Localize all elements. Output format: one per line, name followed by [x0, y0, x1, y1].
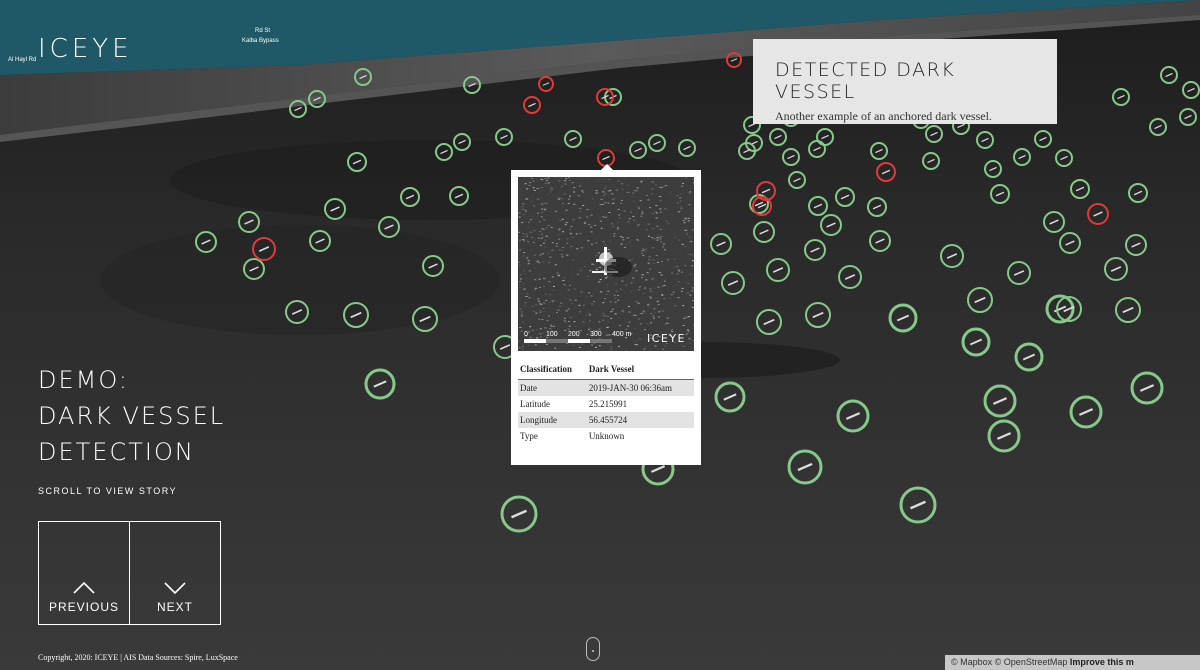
page-title-line: DARK VESSEL	[38, 402, 226, 430]
osm-link[interactable]: © OpenStreetMap	[995, 657, 1068, 667]
road-label: Kalba Bypass	[242, 38, 279, 44]
chevron-up-icon	[73, 582, 95, 594]
next-label: NEXT	[156, 600, 193, 614]
row-label: Date	[518, 379, 587, 396]
chevron-down-icon	[164, 582, 186, 594]
sar-texture	[518, 177, 694, 351]
page-title: DEMO: DARK VESSEL DETECTION	[38, 362, 225, 470]
scale-tick: 0	[524, 331, 528, 338]
iceye-logo[interactable]: ICEYE	[38, 34, 133, 64]
story-card: DETECTED DARK VESSEL Another example of …	[753, 39, 1057, 124]
row-value: 56.455724	[586, 412, 694, 428]
vessel-attributes-table: Classification Dark Vessel Date 2019-JAN…	[518, 361, 694, 444]
scale-tick: 100	[546, 331, 558, 338]
dark-slick	[100, 225, 500, 335]
scale-tick: 300	[590, 331, 602, 338]
road-label: Rd St	[255, 28, 271, 34]
row-value: Unknown	[588, 431, 625, 441]
page-title-line: DEMO:	[38, 366, 129, 394]
next-button[interactable]: NEXT	[129, 522, 220, 624]
improve-map-link[interactable]: Improve this m	[1070, 657, 1134, 667]
row-value: 2019-JAN-30 06:36am	[586, 379, 694, 396]
map-attribution: © Mapbox © OpenStreetMap Improve this m	[945, 655, 1200, 670]
sar-image-logo: ICEYE	[646, 332, 686, 345]
scale-bar: 0 100 200 300 400 m	[524, 331, 634, 343]
scale-tick: 200	[568, 331, 580, 338]
story-navigation: PREVIOUS NEXT	[38, 521, 221, 625]
previous-label: PREVIOUS	[48, 600, 119, 614]
table-row: Date 2019-JAN-30 06:36am	[518, 379, 694, 396]
previous-button[interactable]: PREVIOUS	[39, 522, 129, 624]
vessel-info-popup: 0 100 200 300 400 m ICEYE Classification…	[511, 164, 701, 465]
story-card-title: DETECTED DARK VESSEL	[775, 59, 956, 103]
story-card-subtitle: Another example of an anchored dark vess…	[775, 109, 992, 123]
row-label: Type	[520, 431, 538, 441]
copyright-text: Copyright, 2020: ICEYE | AIS Data Source…	[38, 653, 238, 662]
scroll-mouse-icon	[586, 637, 600, 661]
table-row: Latitude 25.215991	[518, 396, 694, 412]
row-label: Longitude	[518, 412, 587, 428]
page-title-line: DETECTION	[38, 438, 195, 466]
row-value: 25.215991	[588, 399, 628, 409]
scroll-hint: SCROLL TO VIEW STORY	[38, 486, 178, 496]
mapbox-link[interactable]: © Mapbox	[951, 657, 992, 667]
sar-image-chip: 0 100 200 300 400 m ICEYE	[518, 177, 694, 351]
table-row: Longitude 56.455724	[518, 412, 694, 428]
table-row: Type Unknown	[518, 428, 694, 444]
road-label: Al Hayl Rd	[8, 57, 37, 63]
scale-tick: 400 m	[612, 331, 632, 338]
table-header: Dark Vessel	[586, 361, 694, 380]
row-label: Latitude	[520, 399, 550, 409]
table-header: Classification	[518, 361, 587, 380]
